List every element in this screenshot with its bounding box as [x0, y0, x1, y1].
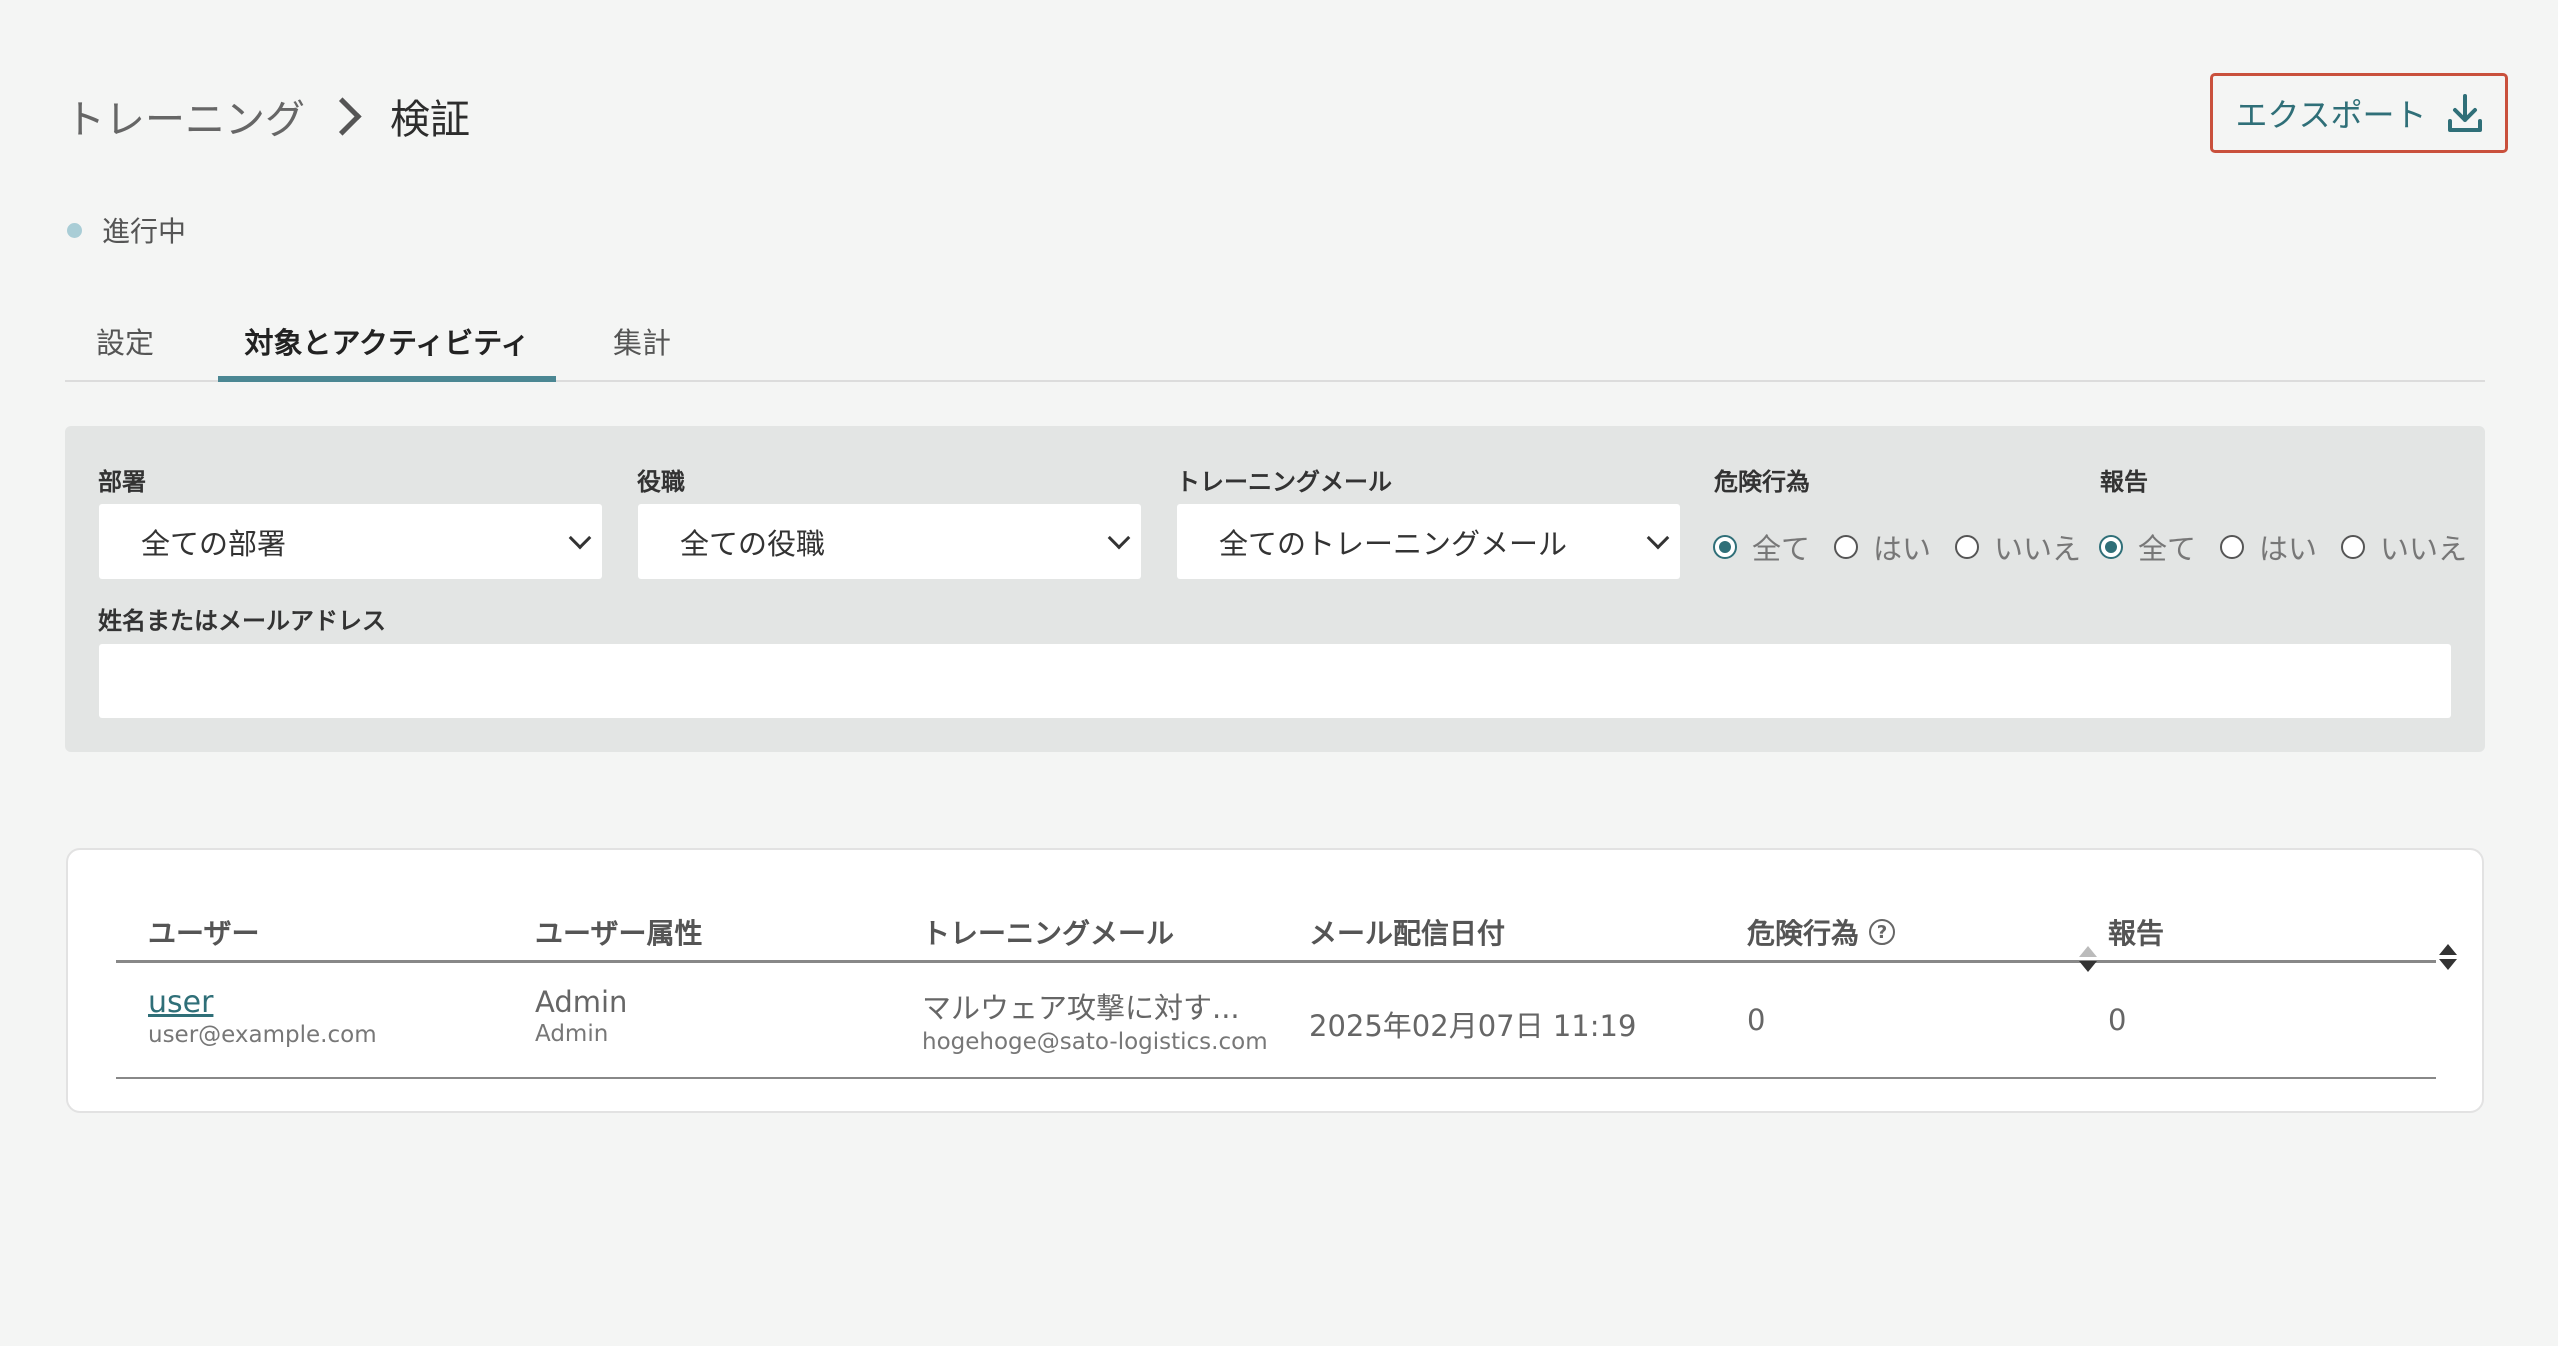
position-select[interactable]: 全ての役職 — [638, 504, 1141, 579]
report-radio-group: 全て はい いいえ — [2099, 526, 2467, 568]
results-table: ユーザー ユーザー属性 トレーニングメール メール配信日付 危険行為 ? 報告 … — [66, 848, 2484, 1113]
download-icon — [2447, 94, 2482, 132]
user-cell: user user@example.com — [148, 985, 377, 1048]
name-email-search-label: 姓名またはメールアドレス — [98, 607, 386, 635]
column-header-sent-date: メール配信日付 — [1309, 917, 1506, 950]
sent-date-cell: 2025年02月07日 11:19 — [1309, 1009, 1637, 1043]
tab-targets-activity[interactable]: 対象とアクティビティ — [218, 320, 556, 382]
report-option-all[interactable]: 全て — [2099, 526, 2196, 568]
risky-action-label: 危険行為 — [1714, 468, 1810, 496]
help-icon[interactable]: ? — [1869, 919, 1896, 945]
tab-bar: 設定 対象とアクティビティ 集計 — [65, 308, 2485, 382]
column-header-user-attribute: ユーザー属性 — [535, 917, 703, 950]
filter-panel: 部署 全ての部署 役職 全ての役職 トレーニングメール 全てのトレーニングメール… — [65, 426, 2485, 752]
export-button-label: エクスポート — [2235, 96, 2427, 134]
training-mail-sender: hogehoge@sato-logistics.com — [922, 1029, 1268, 1055]
training-mail-title: マルウェア攻撃に対す... — [922, 991, 1240, 1025]
report-label: 報告 — [2100, 468, 2148, 496]
user-email: user@example.com — [148, 1022, 377, 1048]
position-label: 役職 — [637, 468, 685, 496]
report-count-cell: 0 — [2108, 1003, 2127, 1037]
risky-action-radio-group: 全て はい いいえ — [1713, 526, 2105, 568]
tab-summary-label: 集計 — [612, 326, 671, 360]
column-header-risky-action: 危険行為 ? — [1747, 912, 1896, 952]
user-attribute-cell: Admin Admin — [535, 985, 627, 1047]
department-select-value: 全ての部署 — [141, 526, 287, 561]
risky-action-option-yes[interactable]: はい — [1834, 526, 1931, 568]
risky-action-count-cell: 0 — [1747, 1003, 1766, 1037]
page-header: トレーニング 検証 エクスポート — [65, 73, 2518, 162]
column-header-training-mail: トレーニングメール — [922, 917, 1175, 950]
radio-button[interactable] — [2220, 535, 2245, 559]
column-header-risky-action-label: 危険行為 — [1747, 917, 1860, 950]
training-mail-cell: マルウェア攻撃に対す... hogehoge@sato-logistics.co… — [922, 985, 1268, 1055]
user-attribute-sub: Admin — [535, 1021, 609, 1047]
training-mail-select-value: 全てのトレーニングメール — [1219, 526, 1568, 561]
breadcrumb-parent-link[interactable]: トレーニング — [65, 87, 305, 145]
chevron-down-icon — [1646, 526, 1670, 550]
column-header-user: ユーザー — [148, 917, 260, 950]
radio-button[interactable] — [2341, 535, 2366, 559]
radio-button[interactable] — [1834, 535, 1859, 559]
radio-button[interactable] — [2099, 535, 2123, 559]
department-label: 部署 — [98, 468, 146, 496]
status-label: 進行中 — [102, 215, 187, 248]
user-name-link[interactable]: user — [148, 985, 377, 1020]
status-indicator: 進行中 — [67, 210, 186, 250]
name-email-search-input[interactable] — [99, 644, 2451, 718]
sort-icon[interactable] — [2439, 944, 2457, 972]
chevron-down-icon — [1107, 526, 1131, 550]
export-button[interactable]: エクスポート — [2210, 73, 2508, 153]
column-header-report: 報告 — [2108, 917, 2165, 950]
table-header: ユーザー ユーザー属性 トレーニングメール メール配信日付 危険行為 ? 報告 — [116, 890, 2457, 972]
tab-targets-activity-label: 対象とアクティビティ — [244, 326, 530, 360]
radio-button[interactable] — [1713, 535, 1737, 559]
status-dot — [67, 222, 82, 238]
chevron-right-icon — [323, 96, 362, 136]
training-mail-select[interactable]: 全てのトレーニングメール — [1177, 504, 1680, 579]
risky-action-option-all[interactable]: 全て — [1713, 526, 1810, 568]
page-title: 検証 — [390, 97, 470, 143]
position-select-value: 全ての役職 — [680, 526, 826, 561]
risky-action-option-no[interactable]: いいえ — [1955, 526, 2081, 568]
radio-button[interactable] — [1955, 535, 1980, 559]
training-mail-label: トレーニングメール — [1176, 468, 1392, 496]
breadcrumb: トレーニング 検証 — [65, 92, 470, 143]
tab-settings-label: 設定 — [95, 326, 154, 360]
tab-settings[interactable]: 設定 — [65, 320, 185, 380]
chevron-down-icon — [568, 526, 592, 550]
department-select[interactable]: 全ての部署 — [99, 504, 602, 579]
report-option-yes[interactable]: はい — [2220, 526, 2317, 568]
user-attribute-main: Admin — [535, 985, 628, 1019]
table-row: user user@example.com Admin Admin マルウェア攻… — [116, 963, 2436, 1079]
tab-summary[interactable]: 集計 — [582, 320, 702, 380]
report-option-no[interactable]: いいえ — [2341, 526, 2467, 568]
